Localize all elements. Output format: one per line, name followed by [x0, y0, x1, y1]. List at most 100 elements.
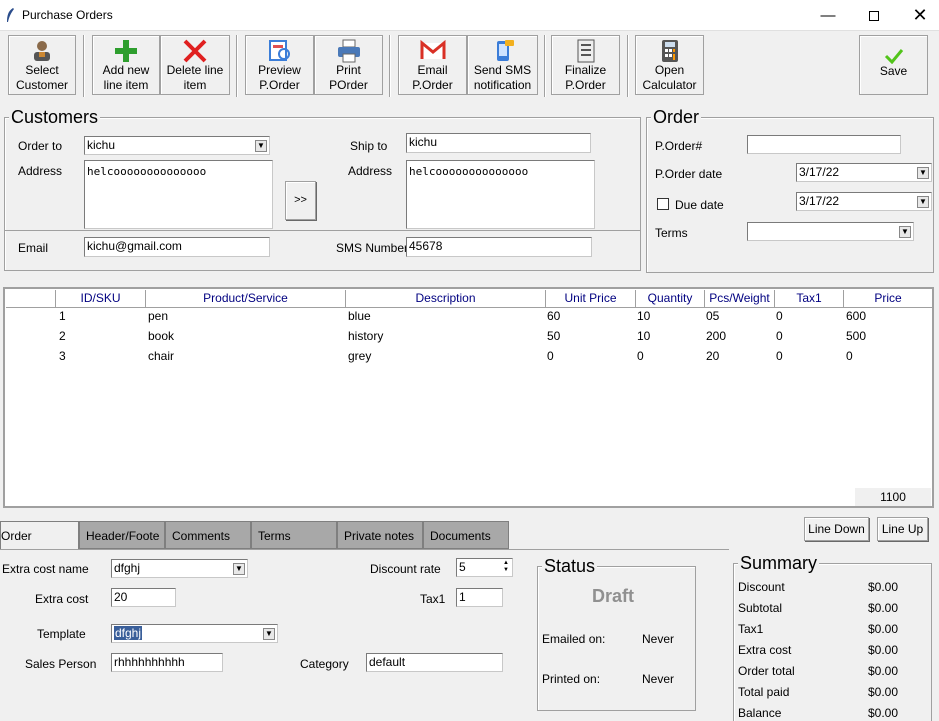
- select-customer-button[interactable]: Select Customer: [8, 35, 76, 95]
- porder-date-value: 3/17/22: [799, 165, 840, 179]
- customers-title: Customers: [9, 107, 101, 128]
- chevron-down-icon[interactable]: ▼: [233, 563, 245, 575]
- cell-tax1: 0: [776, 309, 783, 323]
- due-date-checkbox[interactable]: [657, 198, 669, 210]
- cell-quantity: 0: [637, 349, 644, 363]
- summary-extra-cost-label: Extra cost: [738, 643, 792, 657]
- tax1-input[interactable]: 1: [456, 588, 503, 607]
- template-combobox[interactable]: dfghj ▼: [111, 624, 278, 643]
- summary-order-total-value: $0.00: [868, 664, 899, 678]
- order-to-value: kichu: [87, 138, 116, 152]
- column-header-quantity[interactable]: Quantity: [636, 290, 705, 308]
- porder-date-picker[interactable]: 3/17/22 ▼: [796, 163, 932, 182]
- send-sms-button[interactable]: Send SMS notification: [467, 35, 538, 95]
- extra-cost-name-label: Extra cost name: [2, 562, 89, 576]
- tab-private-notes[interactable]: Private notes: [337, 521, 423, 549]
- delete-line-item-button[interactable]: Delete line item: [160, 35, 230, 95]
- column-header-tax1[interactable]: Tax1: [775, 290, 844, 308]
- column-header-index[interactable]: [6, 290, 56, 308]
- preview-icon: [268, 40, 290, 61]
- summary-total-paid-label: Total paid: [738, 685, 790, 699]
- cell-tax1: 0: [776, 329, 783, 343]
- print-label-2: POrder: [329, 78, 368, 92]
- cell-pcs-weight: 20: [706, 349, 720, 363]
- address-textarea[interactable]: helcoooooooooooooo: [84, 160, 273, 229]
- delete-line-label-1: Delete line: [166, 63, 224, 77]
- toolbar-separator: [544, 35, 546, 97]
- terms-combobox[interactable]: ▼: [747, 222, 914, 241]
- tab-documents[interactable]: Documents: [423, 521, 509, 549]
- toolbar-separator: [83, 35, 85, 97]
- sms-number-input[interactable]: 45678: [406, 237, 592, 257]
- table-row[interactable]: 1 pen blue 60 10 05 0 600: [5, 307, 932, 327]
- tab-header-footer[interactable]: Header/Foote: [79, 521, 165, 549]
- checkmark-icon: [884, 49, 903, 64]
- line-items-table[interactable]: ID/SKU Product/Service Description Unit …: [3, 287, 934, 508]
- emailed-on-label: Emailed on:: [542, 632, 606, 646]
- summary-order-total-label: Order total: [738, 664, 795, 678]
- summary-discount-label: Discount: [738, 580, 785, 594]
- column-header-id-sku[interactable]: ID/SKU: [56, 290, 146, 308]
- porder-number-input[interactable]: [747, 135, 901, 154]
- line-up-button[interactable]: Line Up: [877, 517, 928, 541]
- column-header-pcs-weight[interactable]: Pcs/Weight: [705, 290, 775, 308]
- due-date-picker[interactable]: 3/17/22 ▼: [796, 192, 932, 211]
- summary-balance-value: $0.00: [868, 706, 899, 720]
- extra-cost-input[interactable]: 20: [111, 588, 176, 607]
- cell-unit-price: 60: [547, 309, 561, 323]
- due-date-label: Due date: [675, 198, 724, 212]
- column-header-price[interactable]: Price: [844, 290, 932, 308]
- discount-rate-spinbox[interactable]: 5 ▲ ▼: [456, 558, 513, 577]
- minimize-button[interactable]: —: [805, 0, 851, 31]
- ship-to-input[interactable]: kichu: [406, 133, 591, 153]
- cell-product: pen: [148, 309, 169, 323]
- maximize-button[interactable]: [851, 0, 897, 31]
- spin-arrows-icon[interactable]: ▲ ▼: [501, 560, 511, 575]
- email-label: Email: [18, 241, 49, 255]
- copy-address-button[interactable]: >>: [285, 181, 316, 220]
- calculator-label-1: Open: [654, 63, 685, 77]
- cell-unit-price: 50: [547, 329, 561, 343]
- chevron-down-icon[interactable]: ▼: [917, 167, 929, 179]
- finalize-porder-button[interactable]: Finalize P.Order: [551, 35, 620, 95]
- save-button[interactable]: Save: [859, 35, 928, 95]
- toolbar-separator: [627, 35, 629, 97]
- order-to-combobox[interactable]: kichu ▼: [84, 136, 270, 155]
- category-input[interactable]: default: [366, 653, 503, 672]
- table-row[interactable]: 2 book history 50 10 200 0 500: [5, 327, 932, 347]
- email-input[interactable]: kichu@gmail.com: [84, 237, 270, 257]
- category-label: Category: [300, 657, 349, 671]
- tab-order[interactable]: Order: [0, 521, 79, 549]
- column-header-unit-price[interactable]: Unit Price: [546, 290, 636, 308]
- sales-person-input[interactable]: rhhhhhhhhhh: [111, 653, 223, 672]
- cell-index: 1: [59, 309, 66, 323]
- email-porder-button[interactable]: Email P.Order: [398, 35, 467, 95]
- print-porder-button[interactable]: Print POrder: [314, 35, 383, 95]
- preview-porder-button[interactable]: Preview P.Order: [245, 35, 314, 95]
- ship-address-textarea[interactable]: helcoooooooooooooo: [406, 160, 595, 229]
- minimize-icon: —: [820, 7, 836, 24]
- extra-cost-name-combobox[interactable]: dfghj ▼: [111, 559, 248, 578]
- chevron-down-icon[interactable]: ▼: [263, 628, 275, 640]
- line-down-button[interactable]: Line Down: [804, 517, 869, 541]
- add-line-item-button[interactable]: Add new line item: [92, 35, 160, 95]
- tab-comments[interactable]: Comments: [165, 521, 251, 549]
- column-header-product-service[interactable]: Product/Service: [146, 290, 346, 308]
- porder-date-label: P.Order date: [655, 167, 723, 181]
- summary-title: Summary: [738, 553, 820, 574]
- table-row[interactable]: 3 chair grey 0 0 20 0 0: [5, 347, 932, 367]
- close-button[interactable]: ✕: [897, 0, 939, 31]
- chevron-down-icon[interactable]: ▼: [899, 226, 911, 238]
- chevron-down-icon[interactable]: ▼: [917, 196, 929, 208]
- column-header-description[interactable]: Description: [346, 290, 546, 308]
- chevron-down-icon[interactable]: ▼: [255, 140, 267, 152]
- cell-description: history: [348, 329, 384, 343]
- cell-quantity: 10: [637, 329, 651, 343]
- tab-terms[interactable]: Terms: [251, 521, 337, 549]
- ship-address-label: Address: [348, 164, 393, 178]
- calculator-icon: [661, 40, 678, 62]
- summary-total-paid-value: $0.00: [868, 685, 899, 699]
- window-title: Purchase Orders: [22, 8, 113, 22]
- open-calculator-button[interactable]: Open Calculator: [635, 35, 704, 95]
- extra-cost-label: Extra cost: [35, 592, 89, 606]
